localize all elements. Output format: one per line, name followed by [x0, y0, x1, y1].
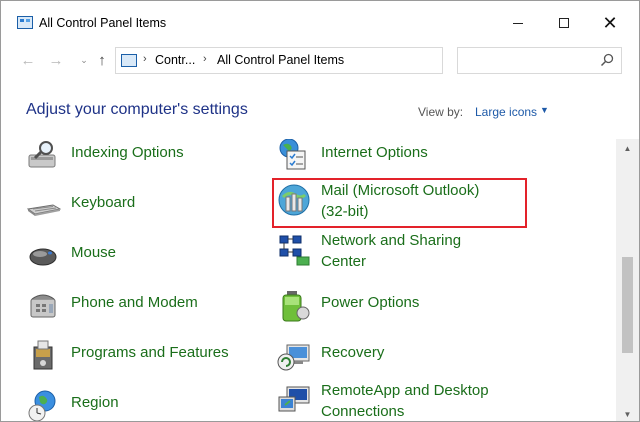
- control-panel-window: All Control Panel Items ✕ ← → ⌄ ↑ › Cont…: [0, 0, 640, 422]
- item-label[interactable]: RemoteApp and Desktop: [321, 380, 489, 401]
- title-bar: All Control Panel Items ✕: [1, 1, 639, 45]
- list-item-region[interactable]: Region: [27, 389, 257, 421]
- item-label[interactable]: Mouse: [71, 242, 116, 263]
- item-label[interactable]: Programs and Features: [71, 342, 229, 363]
- region-icon: [28, 390, 56, 421]
- chevron-right-icon[interactable]: ›: [203, 53, 207, 65]
- list-item-phone-modem[interactable]: Phone and Modem: [27, 289, 257, 329]
- forward-button[interactable]: →: [45, 49, 67, 71]
- control-panel-icon: [17, 16, 33, 29]
- search-icon: [600, 53, 614, 67]
- up-button[interactable]: ↑: [91, 49, 113, 71]
- navigation-bar: ← → ⌄ ↑ › Contr... › All Control Panel I…: [1, 45, 639, 77]
- list-item-network-sharing[interactable]: Network and Sharing Center: [277, 229, 527, 277]
- list-item-mail-outlook[interactable]: Mail (Microsoft Outlook) (32-bit): [277, 179, 527, 227]
- arrow-right-icon: →: [48, 51, 64, 69]
- breadcrumb-control-panel[interactable]: Contr...: [155, 53, 195, 67]
- list-item-indexing-options[interactable]: Indexing Options: [27, 139, 257, 179]
- keyboard-icon: [27, 204, 61, 216]
- close-icon: ✕: [602, 13, 618, 33]
- list-item-keyboard[interactable]: Keyboard: [27, 189, 257, 229]
- minimize-button[interactable]: [495, 7, 541, 39]
- remoteapp-icon: [278, 386, 310, 412]
- network-icon: [279, 235, 310, 266]
- maximize-button[interactable]: [541, 7, 587, 39]
- scroll-down-button[interactable]: ▼: [616, 405, 639, 421]
- list-item-remoteapp[interactable]: RemoteApp and Desktop Connections: [277, 379, 527, 421]
- item-label[interactable]: Region: [71, 392, 119, 413]
- arrow-up-icon: ↑: [98, 51, 106, 69]
- programs-icon: [33, 340, 53, 370]
- page-title: Adjust your computer's settings: [26, 101, 248, 118]
- list-item-recovery[interactable]: Recovery: [277, 339, 527, 379]
- item-label[interactable]: Indexing Options: [71, 142, 184, 163]
- item-label-line2[interactable]: (32-bit): [321, 201, 369, 222]
- caret-down-icon[interactable]: ▼: [540, 105, 549, 115]
- item-label[interactable]: Keyboard: [71, 192, 135, 213]
- control-panel-small-icon: [121, 54, 137, 67]
- indexing-icon: [28, 141, 56, 168]
- item-label[interactable]: Network and Sharing: [321, 230, 461, 251]
- address-bar[interactable]: › Contr... › All Control Panel Items ⌄ ↻: [115, 47, 548, 74]
- content-header: Adjust your computer's settings View by:…: [1, 91, 639, 131]
- chevron-down-icon: ⌄: [80, 54, 88, 65]
- internet-options-icon: [279, 139, 306, 170]
- item-label-line2[interactable]: Center: [321, 251, 366, 272]
- triangle-down-icon: ▼: [623, 409, 632, 419]
- list-item-internet-options[interactable]: Internet Options: [277, 139, 527, 179]
- item-label-line2[interactable]: Connections: [321, 401, 404, 421]
- view-by-dropdown[interactable]: Large icons: [475, 105, 537, 119]
- item-label[interactable]: Recovery: [321, 342, 384, 363]
- scroll-up-button[interactable]: ▲: [616, 139, 639, 157]
- view-by-label: View by:: [418, 105, 464, 119]
- breadcrumb-all-items[interactable]: All Control Panel Items: [217, 53, 344, 67]
- items-list: Indexing Options Keyboard Mouse Phone an…: [1, 139, 616, 421]
- item-label[interactable]: Phone and Modem: [71, 292, 198, 313]
- phone-icon: [30, 294, 56, 318]
- item-label[interactable]: Power Options: [321, 292, 419, 313]
- triangle-up-icon: ▲: [623, 143, 632, 153]
- mouse-icon: [29, 248, 57, 266]
- list-item-mouse[interactable]: Mouse: [27, 239, 257, 279]
- power-icon: [282, 291, 310, 322]
- search-input[interactable]: [457, 47, 622, 74]
- back-button[interactable]: ←: [17, 49, 39, 71]
- item-label[interactable]: Internet Options: [321, 142, 428, 163]
- scrollbar-thumb[interactable]: [622, 257, 633, 353]
- arrow-left-icon: ←: [20, 51, 36, 69]
- minimize-icon: [513, 22, 523, 24]
- item-label[interactable]: Mail (Microsoft Outlook): [321, 180, 479, 201]
- maximize-icon: [559, 18, 569, 28]
- close-button[interactable]: ✕: [587, 7, 633, 39]
- window-title: All Control Panel Items: [39, 16, 167, 30]
- chevron-right-icon[interactable]: ›: [143, 53, 147, 65]
- list-item-programs-features[interactable]: Programs and Features: [27, 339, 257, 379]
- list-item-power-options[interactable]: Power Options: [277, 289, 527, 329]
- mail-icon: [278, 184, 310, 216]
- recovery-icon: [277, 344, 310, 371]
- vertical-scrollbar[interactable]: ▲ ▼: [616, 139, 639, 421]
